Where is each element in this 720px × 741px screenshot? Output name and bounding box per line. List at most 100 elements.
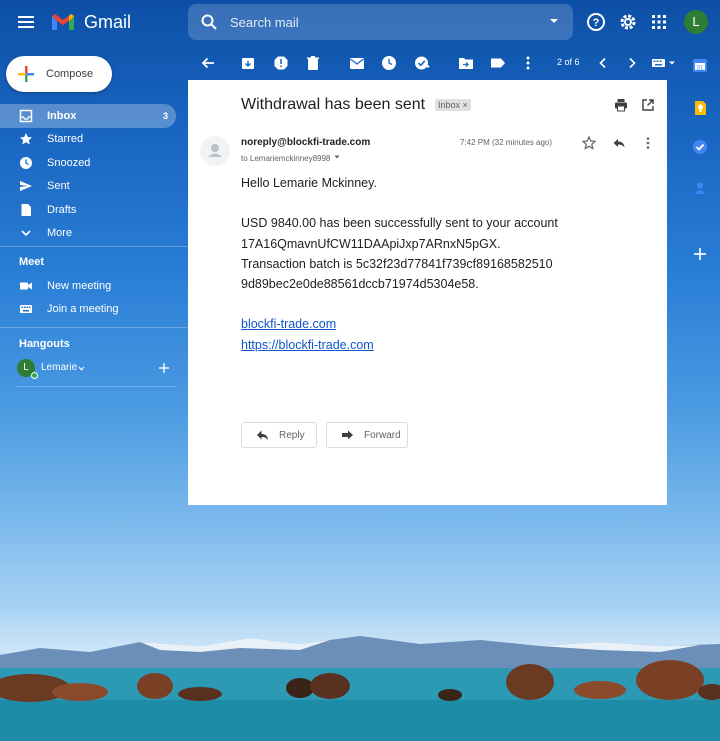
search-input[interactable] — [230, 14, 530, 30]
default-person-icon — [208, 144, 222, 157]
inbox-label-badge[interactable]: Inbox × — [435, 99, 471, 111]
link-blockfi-domain[interactable]: blockfi-trade.com — [241, 314, 641, 334]
gmail-logo[interactable]: Gmail — [50, 10, 131, 34]
link-blockfi-url[interactable]: https://blockfi-trade.com — [241, 335, 641, 355]
sidebar-item-snoozed[interactable]: Snoozed — [0, 151, 180, 175]
unread-count: 3 — [162, 110, 168, 121]
sidebar-item-label: More — [47, 227, 73, 240]
message-more-options-icon[interactable] — [641, 136, 655, 150]
meet-item-label: New meeting — [47, 279, 112, 292]
sidebar-item-starred[interactable]: Starred — [0, 128, 180, 152]
reply-icon[interactable] — [612, 136, 626, 150]
more-options-icon[interactable] — [520, 55, 536, 71]
forward-label: Forward — [364, 429, 401, 441]
sidebar-item-label: Drafts — [47, 203, 77, 216]
svg-text:?: ? — [593, 17, 600, 29]
apps-grid-icon[interactable] — [648, 11, 670, 33]
mark-unread-icon[interactable] — [349, 55, 365, 71]
keep-icon[interactable] — [692, 100, 708, 116]
compose-button[interactable]: Compose — [6, 56, 112, 92]
reply-label: Reply — [279, 429, 305, 441]
delete-icon[interactable] — [305, 55, 321, 71]
star-email-icon[interactable] — [582, 136, 596, 150]
draft-icon — [21, 203, 31, 216]
previous-chevron-icon[interactable] — [595, 55, 611, 71]
sidebar-item-sent[interactable]: Sent — [0, 175, 180, 199]
tasks-icon[interactable] — [692, 139, 708, 155]
report-spam-icon[interactable] — [273, 55, 289, 71]
add-hangout-icon[interactable] — [158, 362, 170, 374]
hangouts-user-name[interactable]: Lemarie — [41, 362, 77, 373]
snooze-clock-icon[interactable] — [381, 55, 397, 71]
email-subject: Withdrawal has been sent — [241, 96, 426, 113]
new-meeting-item[interactable]: New meeting — [0, 274, 180, 298]
gmail-m-icon — [52, 14, 74, 30]
forward-button[interactable]: Forward — [326, 422, 408, 448]
settings-gear-icon[interactable] — [617, 11, 639, 33]
join-meeting-item[interactable]: Join a meeting — [0, 298, 180, 322]
svg-text:31: 31 — [697, 66, 704, 72]
contacts-icon[interactable] — [692, 180, 708, 196]
recipient-text: to Lemariemckinney8998 — [241, 154, 331, 163]
reply-button[interactable]: Reply — [241, 422, 317, 448]
recipient-line[interactable]: to Lemariemckinney8998 — [241, 153, 341, 163]
body-line-4: 9d89bec2e0de88561dccb71974d5304e58. — [241, 277, 479, 292]
star-icon — [20, 133, 32, 145]
body-line-3: Transaction batch is 5c32f23d77841f739cf… — [241, 256, 553, 271]
inbox-icon — [19, 109, 33, 122]
input-tools-keyboard-icon[interactable] — [651, 55, 677, 71]
body-line-1: USD 9840.00 has been successfully sent t… — [241, 216, 558, 231]
hangouts-divider — [16, 386, 176, 387]
remove-label-icon[interactable]: × — [463, 100, 468, 110]
clock-icon — [20, 156, 32, 169]
sidebar-item-label: Sent — [47, 180, 70, 193]
label-tag-icon[interactable] — [490, 55, 506, 71]
top-bar: Gmail ? L — [0, 0, 720, 44]
sidebar-item-more[interactable]: More — [0, 222, 180, 246]
online-status-dot — [31, 372, 38, 379]
background-scenery — [0, 636, 720, 741]
add-to-tasks-icon[interactable] — [414, 55, 430, 71]
search-icon[interactable] — [200, 13, 218, 31]
reply-arrow-icon — [257, 430, 268, 440]
pagination-info: 2 of 6 — [557, 57, 580, 67]
forward-arrow-icon — [342, 430, 353, 440]
sender-email: noreply@blockfi-trade.com — [241, 137, 371, 148]
message-toolbar: 2 of 6 — [188, 46, 688, 80]
next-chevron-icon[interactable] — [624, 55, 640, 71]
email-body: Hello Lemarie Mckinney. USD 9840.00 has … — [241, 173, 641, 355]
add-addon-icon[interactable] — [692, 246, 708, 262]
search-options-icon[interactable] — [549, 16, 559, 26]
hangouts-title: Hangouts — [19, 338, 70, 350]
main-menu-icon[interactable] — [16, 12, 36, 32]
compose-label: Compose — [46, 68, 94, 80]
keyboard-icon — [20, 305, 32, 314]
chevron-down-icon — [21, 230, 31, 237]
sidebar-divider — [0, 246, 188, 247]
print-icon[interactable] — [614, 98, 628, 112]
show-details-dropdown-icon[interactable] — [333, 153, 341, 161]
greeting-line: Hello Lemarie Mckinney. — [241, 176, 377, 190]
video-icon — [20, 282, 32, 290]
email-view-card: Withdrawal has been sent Inbox × noreply… — [188, 80, 667, 505]
email-timestamp: 7:42 PM (32 minutes ago) — [460, 138, 553, 147]
search-box[interactable] — [188, 4, 573, 40]
help-icon[interactable]: ? — [585, 11, 607, 33]
calendar-icon[interactable]: 31 — [692, 57, 708, 73]
back-arrow-icon[interactable] — [200, 55, 216, 71]
move-to-folder-icon[interactable] — [458, 55, 474, 71]
sidebar-nav: Inbox 3 Starred Snoozed Sent Drafts More — [0, 104, 180, 245]
archive-icon[interactable] — [240, 55, 256, 71]
sidebar-item-drafts[interactable]: Drafts — [0, 198, 180, 222]
sidebar-item-label: Inbox — [47, 109, 77, 122]
sender-avatar — [200, 136, 230, 166]
sidebar-item-inbox[interactable]: Inbox 3 — [0, 104, 176, 128]
hangouts-status-dropdown-icon[interactable] — [78, 365, 85, 372]
open-in-new-window-icon[interactable] — [641, 98, 655, 112]
meet-section: New meeting Join a meeting — [0, 274, 180, 321]
sidebar-divider — [0, 327, 188, 328]
app-name: Gmail — [84, 11, 132, 32]
badge-label: Inbox — [438, 100, 461, 110]
account-avatar[interactable]: L — [684, 10, 708, 34]
meet-title: Meet — [19, 256, 45, 268]
